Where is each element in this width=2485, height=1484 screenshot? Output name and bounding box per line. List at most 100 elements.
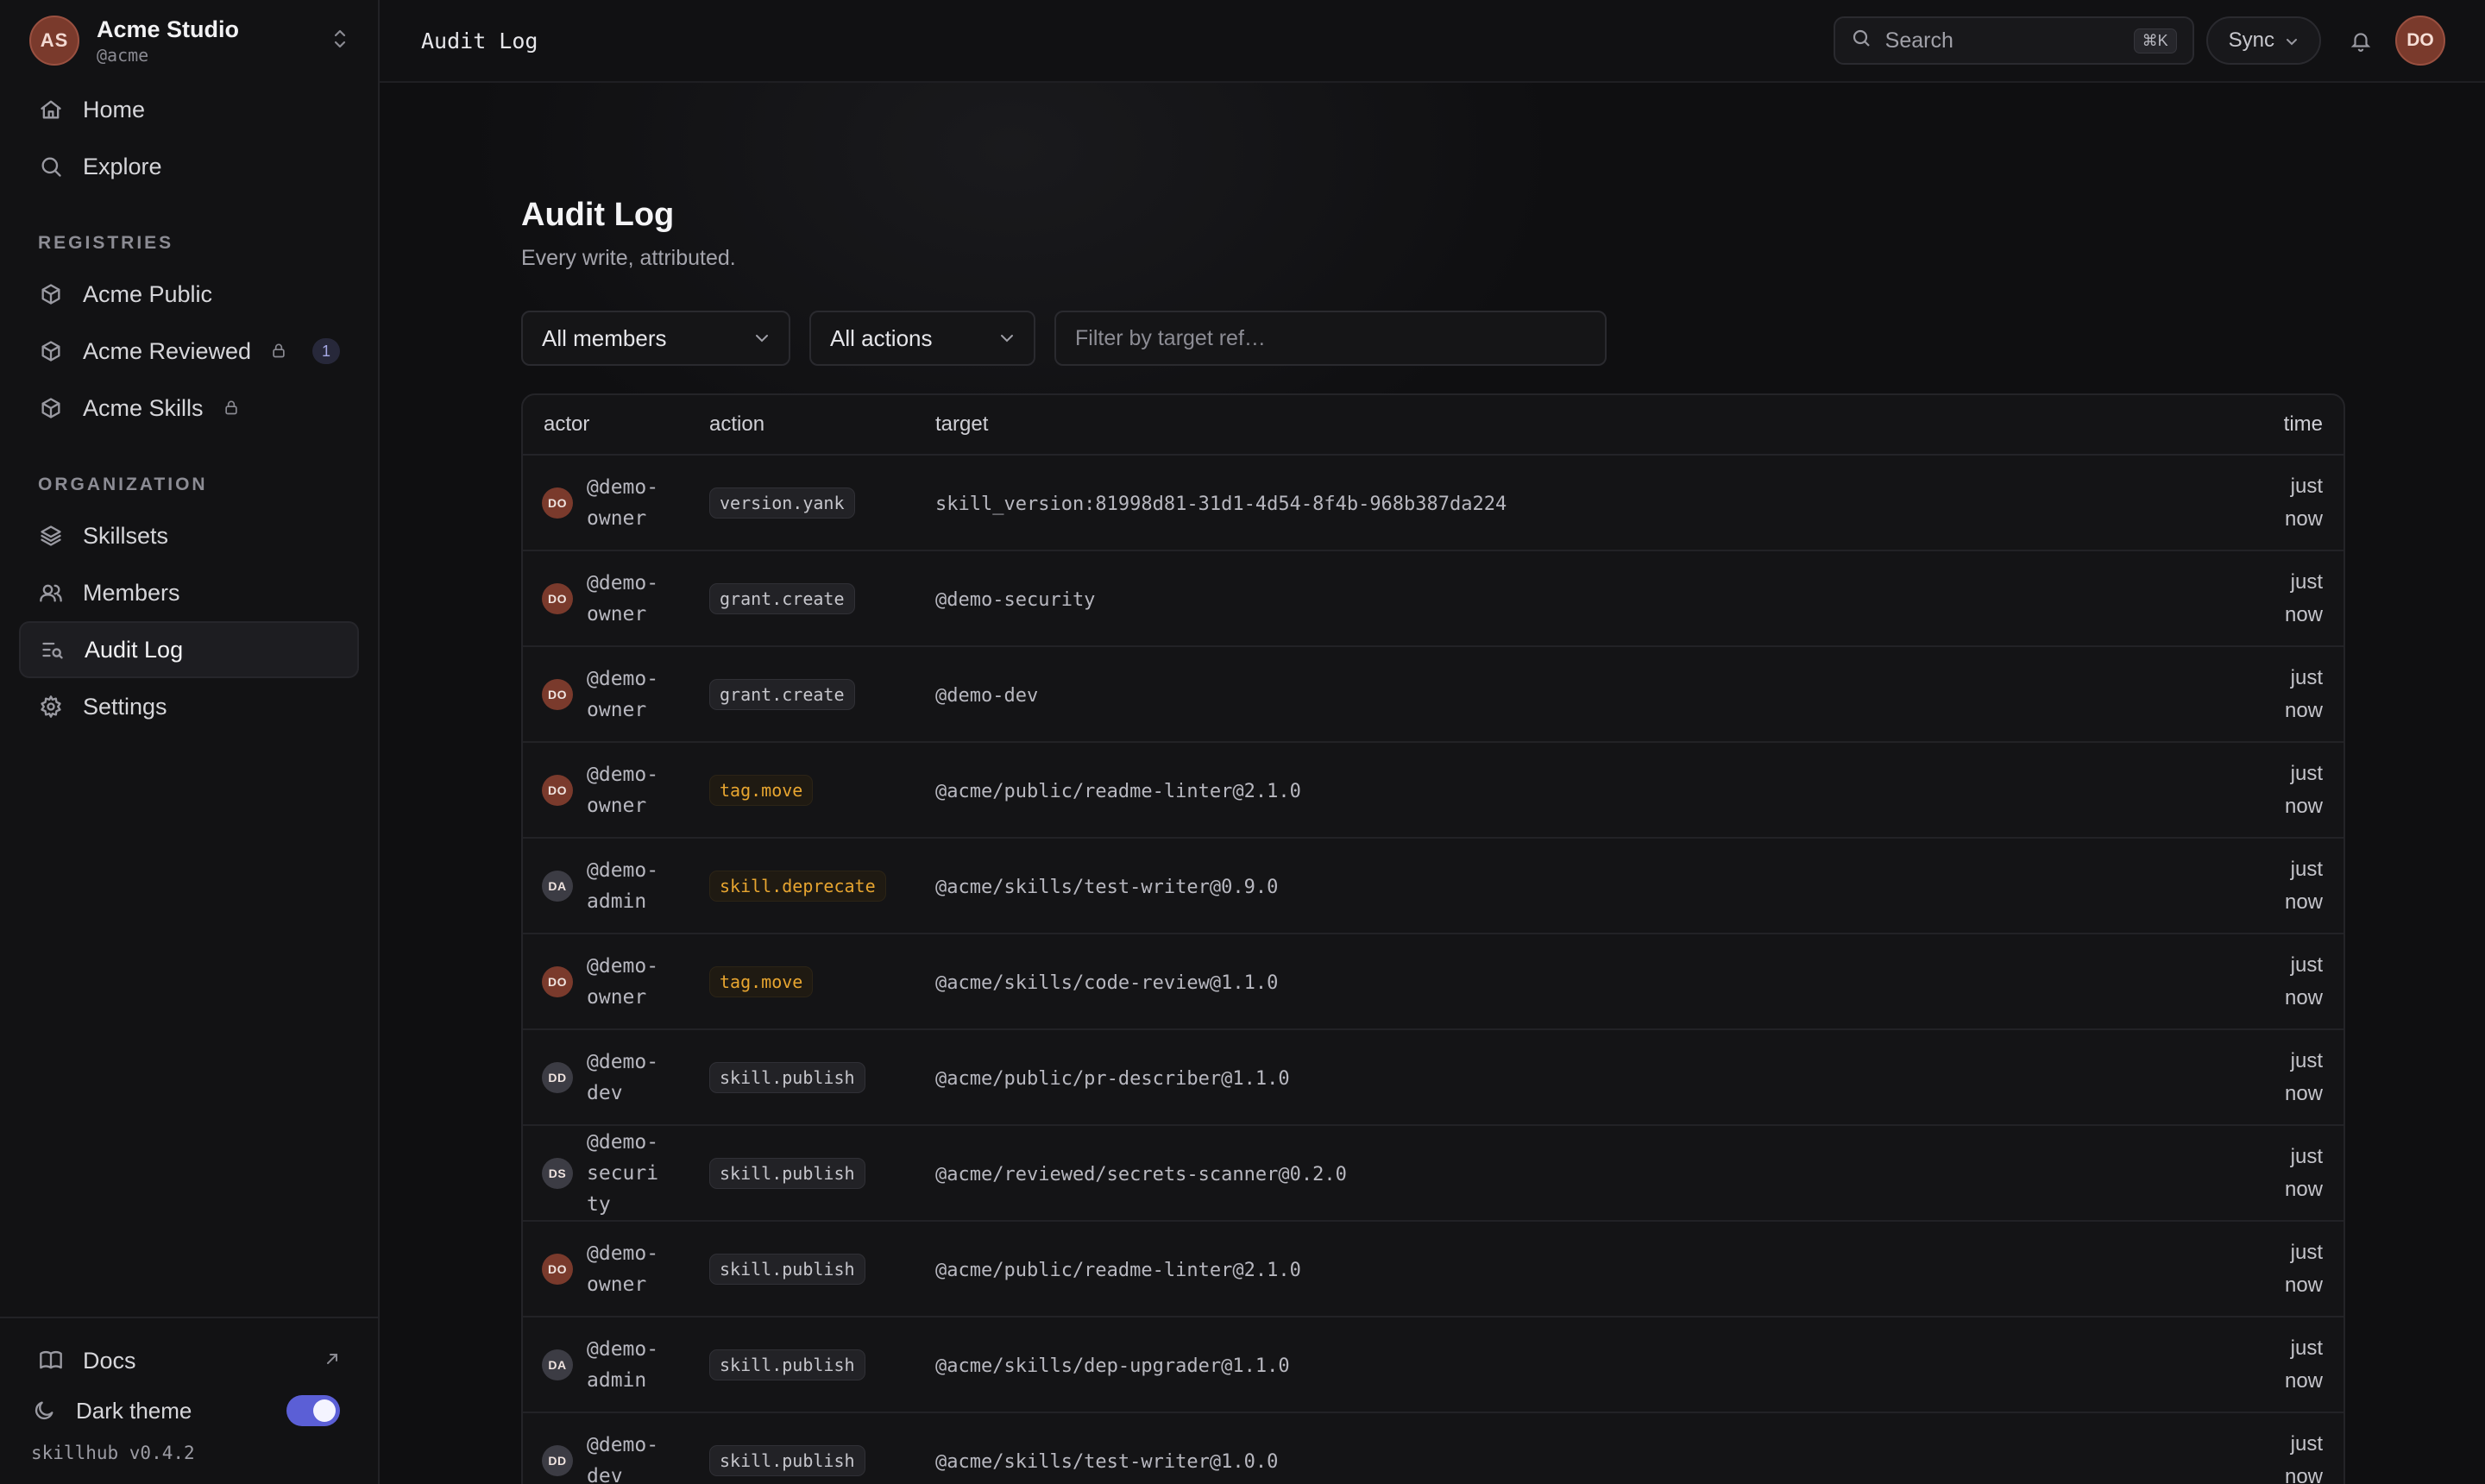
list-search-icon — [40, 637, 66, 663]
column-header-action[interactable]: action — [709, 412, 935, 437]
table-row[interactable]: DA @demo-admin skill.deprecate @acme/skills… — [523, 839, 2343, 934]
action-cell: tag.move — [709, 965, 935, 997]
actor-name[interactable]: @demo-dev — [587, 1430, 666, 1484]
column-header-target[interactable]: target — [935, 412, 2240, 437]
action-badge: skill.deprecate — [709, 870, 886, 902]
search-icon — [38, 154, 64, 179]
members-filter-select[interactable]: All members — [521, 311, 790, 366]
home-icon — [38, 97, 64, 123]
column-header-time[interactable]: time — [2240, 412, 2343, 437]
actor-name[interactable]: @demo-owner — [587, 951, 666, 1013]
timestamp: just now — [2284, 761, 2323, 818]
target-cell: @acme/skills/test-writer@0.9.0 — [935, 872, 2240, 899]
target-cell: @acme/reviewed/secrets-scanner@0.2.0 — [935, 1160, 2240, 1186]
timestamp: just now — [2284, 1144, 2323, 1201]
target-cell: skill_version:81998d81-31d1-4d54-8f4b-96… — [935, 489, 2240, 516]
actor-avatar: DA — [542, 870, 573, 902]
target-ref[interactable]: @acme/skills/dep-upgrader@1.1.0 — [935, 1355, 1290, 1377]
sidebar-item-members[interactable]: Members — [19, 564, 359, 621]
sidebar-item-home[interactable]: Home — [19, 81, 359, 138]
workspace-switcher[interactable]: AS Acme Studio @acme — [0, 0, 378, 81]
time-cell: just now — [2240, 1045, 2343, 1110]
docs-link[interactable]: Docs — [19, 1336, 359, 1386]
sidebar-item-label: Members — [83, 579, 180, 606]
actor-cell: DS @demo-security — [523, 1127, 709, 1220]
sync-button[interactable]: Sync — [2205, 16, 2321, 65]
actor-cell: DO @demo-owner — [523, 759, 709, 821]
action-cell: version.yank — [709, 487, 935, 519]
actor-name[interactable]: @demo-security — [587, 1127, 666, 1220]
table-row[interactable]: DO @demo-owner tag.move @acme/public/readme… — [523, 743, 2343, 839]
sidebar-item-audit-log[interactable]: Audit Log — [19, 621, 359, 678]
table-row[interactable]: DS @demo-security skill.publish @acme/revie… — [523, 1126, 2343, 1222]
actor-name[interactable]: @demo-admin — [587, 1334, 666, 1396]
actor-avatar: DO — [542, 678, 573, 710]
target-ref[interactable]: @acme/public/readme-linter@2.1.0 — [935, 1260, 1301, 1281]
workspace-avatar: AS — [29, 16, 79, 66]
actor-name[interactable]: @demo-owner — [587, 663, 666, 726]
registries-section-label: REGISTRIES — [38, 233, 174, 253]
table-row[interactable]: DO @demo-owner grant.create @demo-security j… — [523, 551, 2343, 647]
table-row[interactable]: DD @demo-dev skill.publish @acme/skills/tes… — [523, 1413, 2343, 1484]
sidebar-item-acme-public[interactable]: Acme Public — [19, 266, 359, 323]
table-row[interactable]: DO @demo-owner tag.move @acme/skills/code-r… — [523, 934, 2343, 1030]
target-ref[interactable]: @acme/skills/test-writer@0.9.0 — [935, 877, 1278, 898]
sidebar-item-acme-skills[interactable]: Acme Skills — [19, 380, 359, 437]
time-cell: just now — [2240, 758, 2343, 823]
package-icon — [38, 281, 64, 307]
action-cell: grant.create — [709, 678, 935, 710]
user-avatar[interactable]: DO — [2395, 16, 2445, 66]
actor-avatar: DA — [542, 1349, 573, 1380]
target-ref[interactable]: @demo-security — [935, 589, 1095, 611]
actor-name[interactable]: @demo-owner — [587, 759, 666, 821]
target-filter-input[interactable] — [1054, 311, 1607, 366]
target-ref[interactable]: @acme/reviewed/secrets-scanner@0.2.0 — [935, 1164, 1347, 1185]
action-badge: skill.publish — [709, 1349, 865, 1380]
table-row[interactable]: DO @demo-owner skill.publish @acme/public/r… — [523, 1222, 2343, 1317]
sidebar-item-acme-reviewed[interactable]: Acme Reviewed 1 — [19, 323, 359, 380]
table-row[interactable]: DO @demo-owner grant.create @demo-dev just n… — [523, 647, 2343, 743]
actions-filter-select[interactable]: All actions — [809, 311, 1035, 366]
action-badge: skill.publish — [709, 1253, 865, 1285]
sidebar-item-label: Explore — [83, 153, 162, 179]
action-badge: skill.publish — [709, 1157, 865, 1189]
target-ref[interactable]: @acme/skills/code-review@1.1.0 — [935, 972, 1278, 994]
chevron-down-icon — [999, 329, 1015, 349]
users-icon — [38, 580, 64, 606]
target-ref[interactable]: skill_version:81998d81-31d1-4d54-8f4b-96… — [935, 494, 1507, 515]
table-row[interactable]: DO @demo-owner version.yank skill_version:8… — [523, 456, 2343, 551]
sidebar-item-label: Acme Public — [83, 280, 213, 307]
package-icon — [38, 395, 64, 421]
table-row[interactable]: DD @demo-dev skill.publish @acme/public/pr-… — [523, 1030, 2343, 1126]
sidebar-item-settings[interactable]: Settings — [19, 678, 359, 735]
timestamp: just now — [2284, 1240, 2323, 1297]
package-icon — [38, 338, 64, 364]
target-ref[interactable]: @demo-dev — [935, 685, 1038, 707]
main-area: Audit Log Search ⌘K Sync DO Audit Log Ev… — [380, 0, 2485, 1484]
actor-cell: DD @demo-dev — [523, 1430, 709, 1484]
actor-name[interactable]: @demo-owner — [587, 568, 666, 630]
target-cell: @acme/skills/dep-upgrader@1.1.0 — [935, 1351, 2240, 1378]
members-filter-value: All members — [542, 324, 667, 351]
action-badge: grant.create — [709, 582, 855, 614]
actor-name[interactable]: @demo-dev — [587, 1047, 666, 1109]
target-ref[interactable]: @acme/skills/test-writer@1.0.0 — [935, 1451, 1278, 1473]
global-search[interactable]: Search ⌘K — [1833, 16, 2194, 65]
actor-name[interactable]: @demo-owner — [587, 1238, 666, 1300]
bell-icon[interactable] — [2343, 23, 2378, 58]
target-ref[interactable]: @acme/public/readme-linter@2.1.0 — [935, 781, 1301, 802]
workspace-handle: @acme — [97, 44, 149, 66]
sidebar-item-skillsets[interactable]: Skillsets — [19, 507, 359, 564]
action-cell: skill.publish — [709, 1253, 935, 1285]
target-ref[interactable]: @acme/public/pr-describer@1.1.0 — [935, 1068, 1290, 1090]
table-row[interactable]: DA @demo-admin skill.publish @acme/skills/d… — [523, 1317, 2343, 1413]
actor-name[interactable]: @demo-owner — [587, 472, 666, 534]
actor-cell: DO @demo-owner — [523, 663, 709, 726]
target-cell: @acme/public/pr-describer@1.1.0 — [935, 1064, 2240, 1091]
search-placeholder: Search — [1884, 28, 1953, 53]
dark-theme-toggle[interactable] — [286, 1395, 340, 1426]
dark-theme-label: Dark theme — [76, 1397, 192, 1424]
sidebar-item-explore[interactable]: Explore — [19, 138, 359, 195]
actor-name[interactable]: @demo-admin — [587, 855, 666, 917]
column-header-actor[interactable]: actor — [523, 412, 709, 437]
